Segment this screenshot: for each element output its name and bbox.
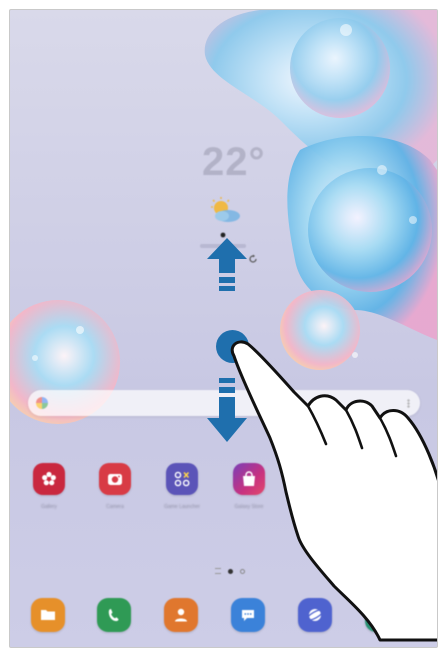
folder-icon xyxy=(31,598,65,632)
phone-icon xyxy=(97,598,131,632)
arrow-up-icon xyxy=(207,238,247,291)
gallery-flower-icon xyxy=(33,463,65,495)
home-lines-icon xyxy=(215,568,221,574)
app-label: Game Launcher xyxy=(164,504,200,510)
app-contacts[interactable] xyxy=(152,598,210,632)
game-launcher-icon xyxy=(166,463,198,495)
app-my-files[interactable] xyxy=(19,598,77,632)
contacts-icon xyxy=(164,598,198,632)
app-camera[interactable]: Camera xyxy=(86,463,144,510)
app-label: Camera xyxy=(106,504,124,510)
refresh-icon[interactable] xyxy=(248,254,258,264)
pointing-hand-icon xyxy=(230,340,437,642)
app-label: Gallery xyxy=(41,504,57,510)
clock-widget[interactable]: 22° xyxy=(202,140,266,185)
app-phone[interactable] xyxy=(85,598,143,632)
camera-icon xyxy=(99,463,131,495)
app-game-launcher[interactable]: Game Launcher xyxy=(153,463,211,510)
google-logo-icon xyxy=(36,397,48,409)
weather-sun-cloud-icon[interactable] xyxy=(208,197,242,223)
app-gallery[interactable]: Gallery xyxy=(20,463,78,510)
tablet-home-screen: 22° Gallery Camera Game Launcher Galaxy … xyxy=(9,9,438,648)
